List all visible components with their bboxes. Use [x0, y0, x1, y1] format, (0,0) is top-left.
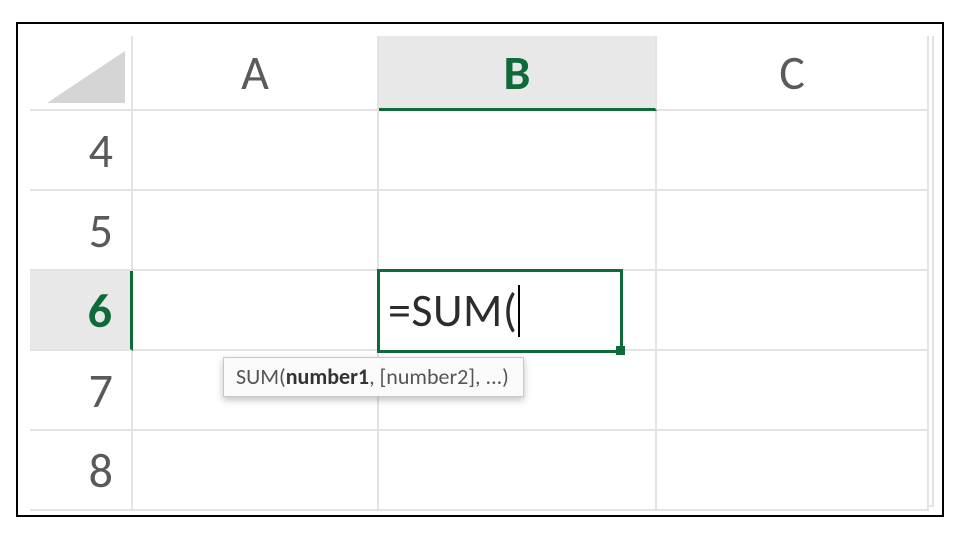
row-4: 4 [30, 111, 932, 191]
cell-a4[interactable] [133, 111, 379, 191]
cell-b8[interactable] [379, 431, 657, 511]
active-cell-b6[interactable]: =SUM( [377, 269, 623, 353]
column-header-a[interactable]: A [133, 36, 379, 111]
function-tooltip[interactable]: SUM(number1, [number2], ...) [223, 357, 524, 397]
tooltip-rest: , [number2], ...) [369, 363, 509, 390]
row-header-7[interactable]: 7 [30, 351, 133, 431]
cell-c5[interactable] [657, 191, 929, 271]
cell-a5[interactable] [133, 191, 379, 271]
row-header-8[interactable]: 8 [30, 431, 133, 511]
column-headers-row: A B C [30, 36, 932, 111]
cell-a8[interactable] [133, 431, 379, 511]
row-header-4[interactable]: 4 [30, 111, 133, 191]
active-cell-formula: =SUM( [388, 283, 517, 339]
tooltip-current-arg[interactable]: number1 [286, 363, 369, 390]
cell-b4[interactable] [379, 111, 657, 191]
column-header-c[interactable]: C [657, 36, 929, 111]
cell-c8[interactable] [657, 431, 929, 511]
cell-c6[interactable] [657, 271, 929, 351]
cell-c4[interactable] [657, 111, 929, 191]
column-header-b[interactable]: B [379, 36, 657, 111]
cell-c7[interactable] [657, 351, 929, 431]
screenshot-frame: A B C 4 5 6 [16, 22, 944, 517]
row-8: 8 [30, 431, 932, 511]
cell-b5[interactable] [379, 191, 657, 271]
cell-a6[interactable] [133, 271, 379, 351]
text-caret-icon [518, 285, 520, 337]
fill-handle[interactable] [616, 346, 625, 355]
row-header-6[interactable]: 6 [30, 271, 133, 351]
spreadsheet-grid[interactable]: A B C 4 5 6 [30, 36, 934, 507]
tooltip-fn-name: SUM( [236, 363, 286, 390]
row-5: 5 [30, 191, 932, 271]
row-header-5[interactable]: 5 [30, 191, 133, 271]
select-all-triangle[interactable] [30, 36, 133, 111]
